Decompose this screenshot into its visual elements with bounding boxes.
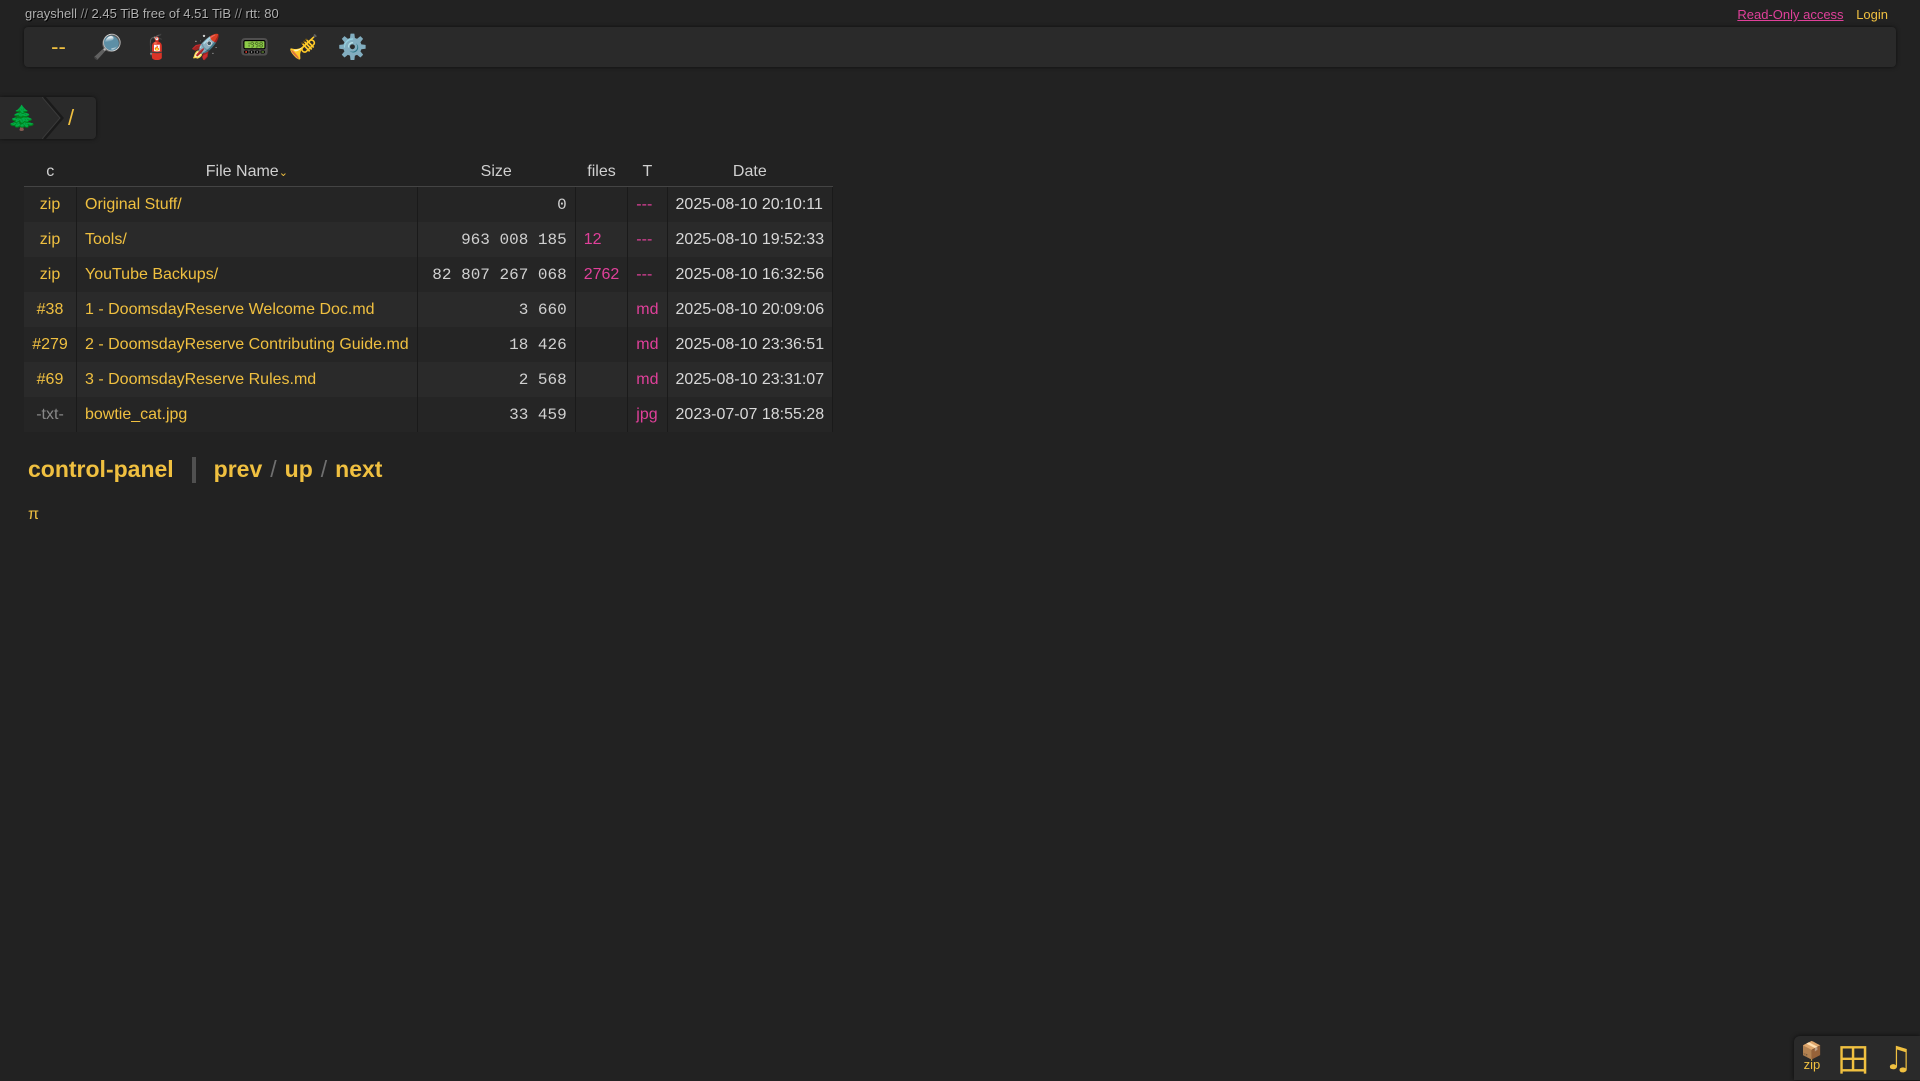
- toolbar: -- 🔎 🧯 🚀 📟 🎺 ⚙️: [24, 27, 1896, 67]
- separator: /: [321, 456, 327, 483]
- breadcrumb: 🌲 /: [0, 97, 96, 139]
- file-size: 33 459: [417, 397, 575, 432]
- row-zip-link[interactable]: zip: [24, 187, 77, 223]
- search-icon[interactable]: 🔎: [83, 29, 132, 65]
- file-name-link[interactable]: Original Stuff/: [77, 187, 418, 223]
- file-date: 2025-08-10 20:09:06: [667, 292, 833, 327]
- login-link[interactable]: Login: [1856, 7, 1888, 22]
- fire-extinguisher-icon[interactable]: 🧯: [132, 29, 181, 65]
- table-row: #69 3 - DoomsdayReserve Rules.md 2 568 m…: [24, 362, 833, 397]
- zip-button[interactable]: 📦 zip: [1801, 1044, 1822, 1072]
- pi-link[interactable]: π: [28, 506, 39, 524]
- file-size: 3 660: [417, 292, 575, 327]
- file-count: [575, 187, 628, 223]
- file-name-link[interactable]: Tools/: [77, 222, 418, 257]
- zip-label: zip: [1804, 1058, 1821, 1072]
- file-size: 82 807 267 068: [417, 257, 575, 292]
- bottom-dock: 📦 zip 田 ♫: [1794, 1036, 1920, 1080]
- file-size: 0: [417, 187, 575, 223]
- file-type: md: [628, 362, 667, 397]
- column-header-c[interactable]: c: [24, 158, 77, 187]
- row-share-link[interactable]: #69: [24, 362, 77, 397]
- divider: [192, 457, 196, 483]
- column-header-date[interactable]: Date: [667, 158, 833, 187]
- file-date: 2025-08-10 16:32:56: [667, 257, 833, 292]
- file-name-link[interactable]: 1 - DoomsdayReserve Welcome Doc.md: [77, 292, 418, 327]
- column-header-type[interactable]: T: [628, 158, 667, 187]
- prev-link[interactable]: prev: [214, 456, 263, 483]
- file-count: [575, 397, 628, 432]
- file-type: md: [628, 292, 667, 327]
- nav-row: control-panel prev / up / next: [28, 456, 382, 483]
- grid-view-icon[interactable]: 田: [1837, 1035, 1869, 1081]
- file-date: 2025-08-10 20:10:11: [667, 187, 833, 223]
- row-zip-link[interactable]: zip: [24, 222, 77, 257]
- read-only-access-link[interactable]: Read-Only access: [1737, 7, 1843, 22]
- trumpet-icon[interactable]: 🎺: [279, 29, 328, 65]
- table-row: zip YouTube Backups/ 82 807 267 068 2762…: [24, 257, 833, 292]
- separator: //: [81, 6, 88, 21]
- separator: /: [270, 456, 276, 483]
- auth-links: Read-Only access Login: [1737, 7, 1888, 22]
- rtt-readout: rtt: 80: [245, 6, 278, 21]
- next-link[interactable]: next: [335, 456, 382, 483]
- file-type: ---: [628, 257, 667, 292]
- table-row: #38 1 - DoomsdayReserve Welcome Doc.md 3…: [24, 292, 833, 327]
- file-count: [575, 362, 628, 397]
- rocket-icon[interactable]: 🚀: [181, 29, 230, 65]
- table-header: c File Name⌄ Size files T Date: [24, 158, 833, 187]
- disk-free: 2.45 TiB free of 4.51 TiB: [92, 6, 231, 21]
- column-header-name[interactable]: File Name⌄: [77, 158, 418, 187]
- file-type: ---: [628, 222, 667, 257]
- column-header-files[interactable]: files: [575, 158, 628, 187]
- up-link[interactable]: up: [285, 456, 313, 483]
- file-size: 963 008 185: [417, 222, 575, 257]
- status-line: grayshell // 2.45 TiB free of 4.51 TiB /…: [25, 6, 279, 21]
- control-panel-link[interactable]: control-panel: [28, 456, 174, 483]
- file-name-link[interactable]: 2 - DoomsdayReserve Contributing Guide.m…: [77, 327, 418, 362]
- file-count: [575, 327, 628, 362]
- hide-toolbar-button[interactable]: --: [34, 29, 83, 65]
- file-date: 2025-08-10 23:31:07: [667, 362, 833, 397]
- file-count: 12: [575, 222, 628, 257]
- table-row: zip Tools/ 963 008 185 12 --- 2025-08-10…: [24, 222, 833, 257]
- breadcrumb-root[interactable]: /: [68, 105, 74, 131]
- file-type: jpg: [628, 397, 667, 432]
- file-date: 2023-07-07 18:55:28: [667, 397, 833, 432]
- file-date: 2025-08-10 19:52:33: [667, 222, 833, 257]
- music-player-icon[interactable]: ♫: [1884, 1039, 1913, 1077]
- file-count: [575, 292, 628, 327]
- server-name: grayshell: [25, 6, 77, 21]
- file-type: md: [628, 327, 667, 362]
- table-row: zip Original Stuff/ 0 --- 2025-08-10 20:…: [24, 187, 833, 223]
- file-size: 18 426: [417, 327, 575, 362]
- table-row: -txt- bowtie_cat.jpg 33 459 jpg 2023-07-…: [24, 397, 833, 432]
- file-name-link[interactable]: YouTube Backups/: [77, 257, 418, 292]
- row-share-link[interactable]: #38: [24, 292, 77, 327]
- separator: //: [235, 6, 242, 21]
- tree-icon[interactable]: 🌲: [0, 97, 44, 139]
- file-table: c File Name⌄ Size files T Date zip Origi…: [24, 158, 833, 432]
- row-txt-link[interactable]: -txt-: [24, 397, 77, 432]
- sort-arrow-icon: ⌄: [279, 167, 288, 179]
- file-date: 2025-08-10 23:36:51: [667, 327, 833, 362]
- column-header-name-label: File Name: [206, 163, 279, 180]
- row-zip-link[interactable]: zip: [24, 257, 77, 292]
- file-type: ---: [628, 187, 667, 223]
- gear-icon[interactable]: ⚙️: [328, 29, 377, 65]
- file-name-link[interactable]: bowtie_cat.jpg: [77, 397, 418, 432]
- pager-icon[interactable]: 📟: [230, 29, 279, 65]
- row-share-link[interactable]: #279: [24, 327, 77, 362]
- table-row: #279 2 - DoomsdayReserve Contributing Gu…: [24, 327, 833, 362]
- package-icon: 📦: [1801, 1044, 1822, 1058]
- file-size: 2 568: [417, 362, 575, 397]
- column-header-size[interactable]: Size: [417, 158, 575, 187]
- file-name-link[interactable]: 3 - DoomsdayReserve Rules.md: [77, 362, 418, 397]
- file-count: 2762: [575, 257, 628, 292]
